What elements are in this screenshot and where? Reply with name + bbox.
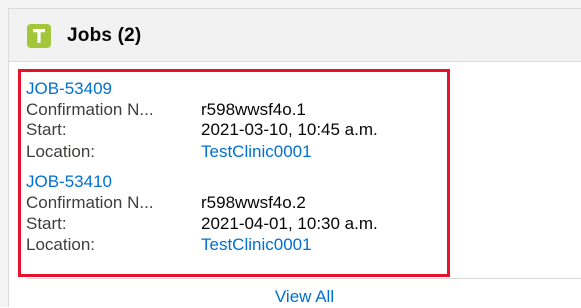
view-all-link[interactable]: View All xyxy=(27,287,581,307)
jobs-related-list-card: Jobs (2) JOB-53409 Confirmation N... r59… xyxy=(8,8,581,307)
tool-icon xyxy=(27,24,51,48)
card-title[interactable]: Jobs (2) xyxy=(67,23,141,49)
card-header: Jobs (2) xyxy=(9,9,581,62)
page-background: Jobs (2) JOB-53409 Confirmation N... r59… xyxy=(0,0,581,307)
highlight-annotation-box xyxy=(18,69,450,277)
card-footer: View All xyxy=(27,278,581,308)
